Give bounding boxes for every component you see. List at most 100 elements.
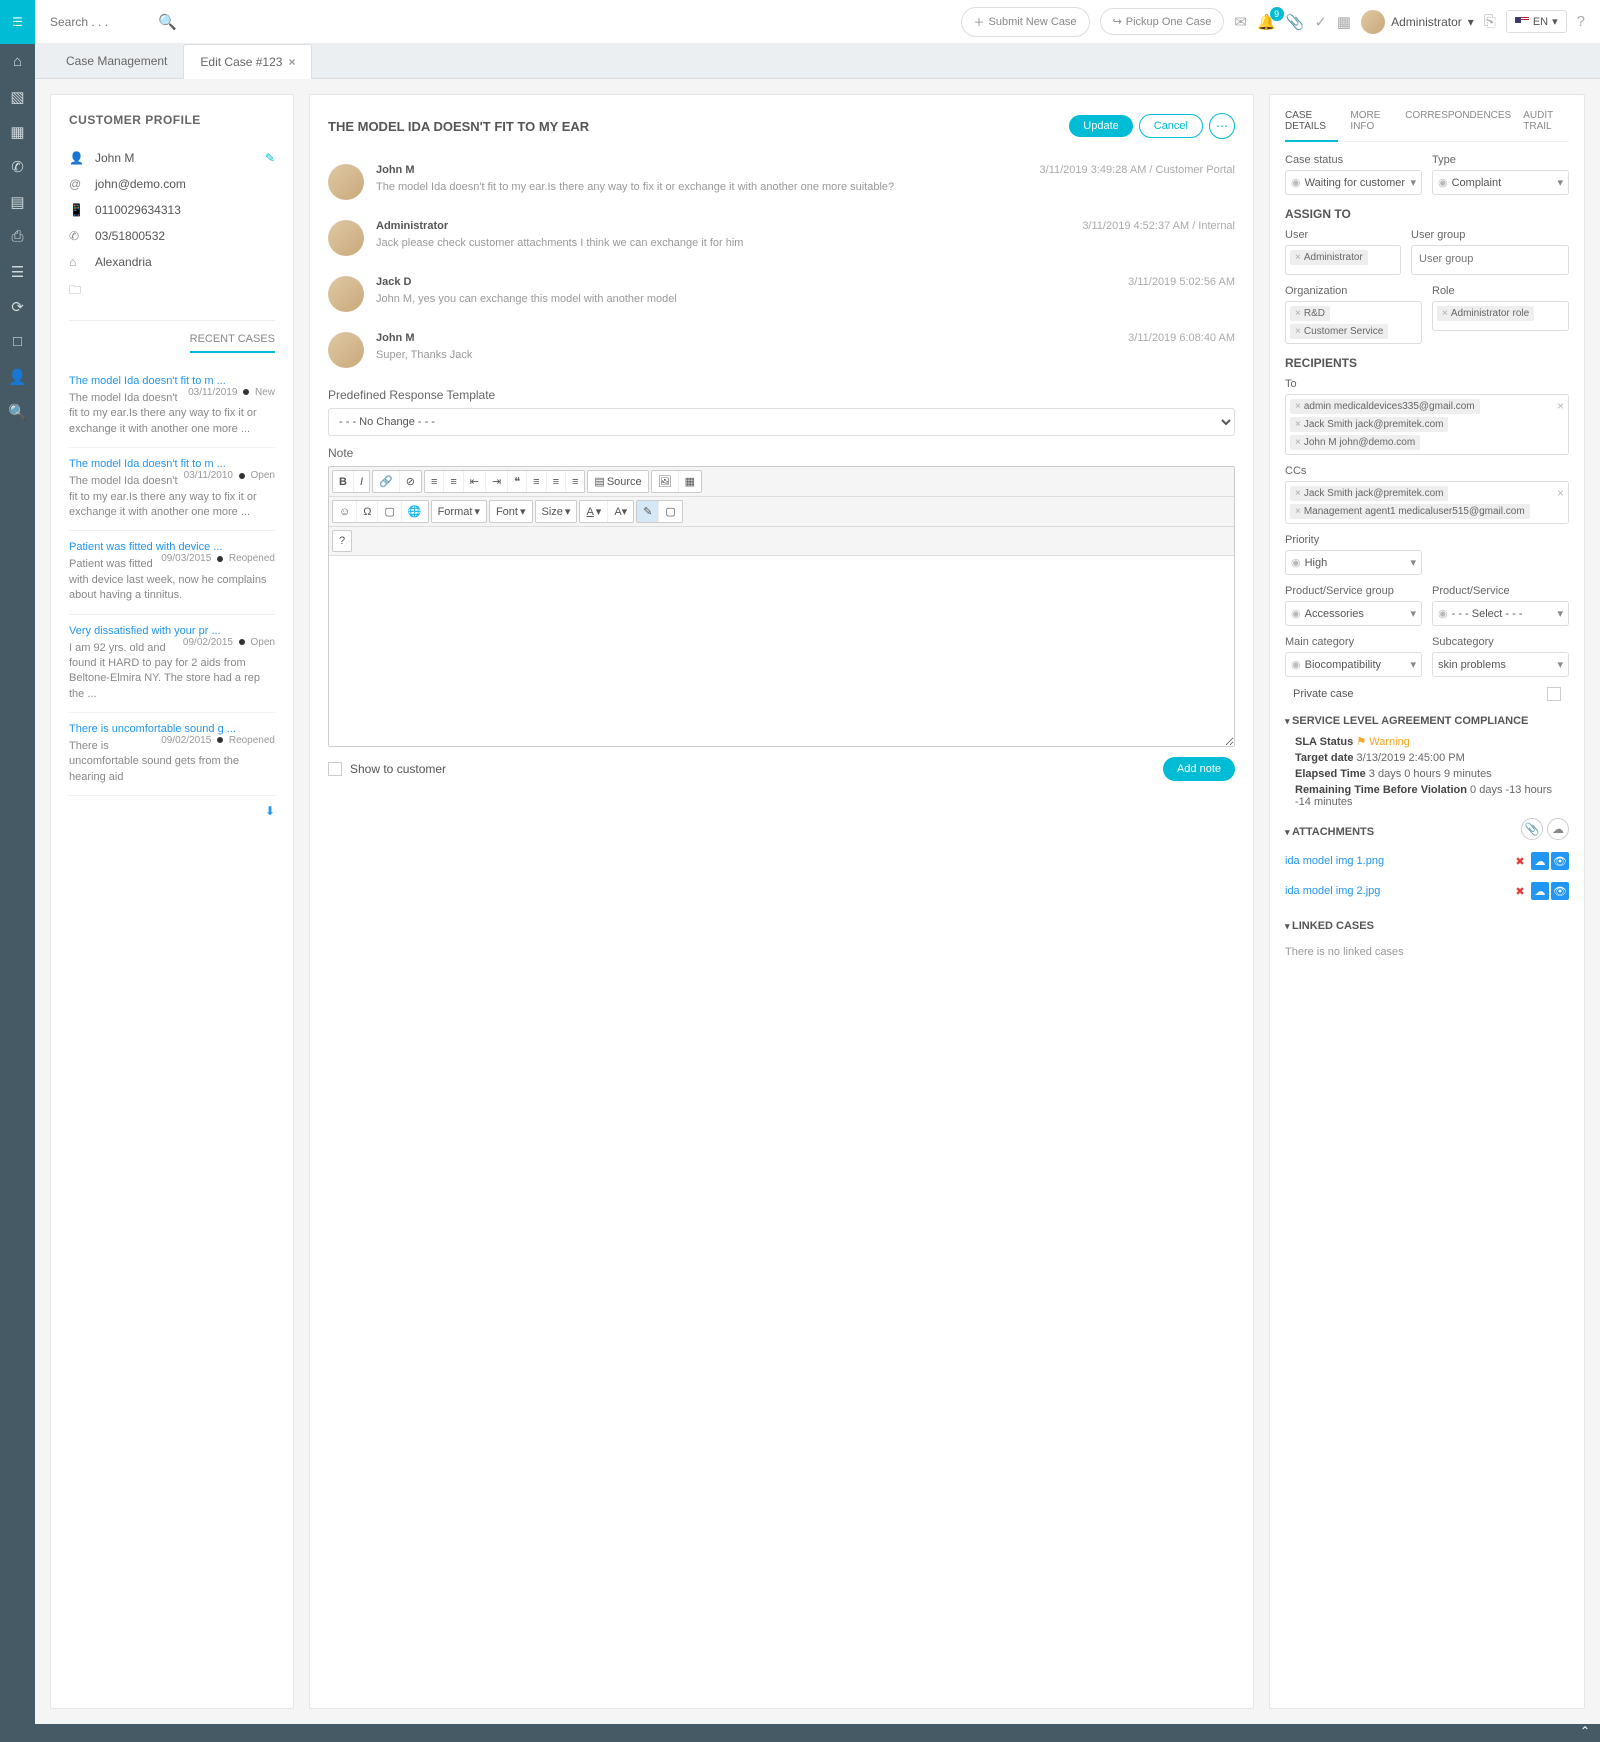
tool-extra1[interactable]: ✎ [637,501,659,522]
subcat-select[interactable]: skin problems▾ [1432,652,1569,677]
role-tagbox[interactable]: ×Administrator role [1432,301,1569,331]
ul-button[interactable]: ≡ [444,471,463,492]
quote-button[interactable]: ❝ [508,471,527,492]
usergroup-input[interactable] [1416,250,1564,268]
scroll-top-icon[interactable]: ⌃ [1580,1724,1590,1738]
size-select[interactable]: Size ▾ [536,501,577,522]
ps-select[interactable]: ◉- - - Select - - -▾ [1432,601,1569,626]
align-right-button[interactable]: ≡ [566,471,584,492]
omega-button[interactable]: Ω [357,501,378,522]
bell-icon[interactable]: 🔔9 [1257,13,1276,31]
to-tagbox[interactable]: ×admin medicaldevices335@gmail.com ×Jack… [1285,394,1569,455]
att-download-icon[interactable]: ☁ [1531,882,1549,900]
tab-edit-case[interactable]: Edit Case #123× [183,44,312,79]
psg-select[interactable]: ◉Accessories▾ [1285,601,1422,626]
attachment-link[interactable]: ida model img 2.jpg [1285,885,1380,897]
update-button[interactable]: Update [1069,115,1132,137]
calendar-icon[interactable]: ▦ [0,114,35,149]
mail-icon[interactable]: ✉ [1234,13,1247,31]
recent-case-item[interactable]: The model Ida doesn't fit to m ...03/11/… [69,448,275,531]
case-status-select[interactable]: ◉Waiting for customer▾ [1285,170,1422,195]
recent-case-item[interactable]: The model Ida doesn't fit to m ...03/11/… [69,365,275,448]
list-icon[interactable]: ☰ [0,254,35,289]
outdent-button[interactable]: ⇤ [464,471,486,492]
iframe-button[interactable]: ▢ [378,501,401,522]
folder-icon[interactable]: 🗀 [69,281,85,302]
sla-section[interactable]: SERVICE LEVEL AGREEMENT COMPLIANCE [1285,715,1569,727]
more-actions-button[interactable]: ⋯ [1209,113,1235,139]
phone-icon[interactable]: ✆ [0,149,35,184]
bold-button[interactable]: B [333,471,354,492]
recent-case-item[interactable]: Patient was fitted with device ...09/03/… [69,531,275,614]
tab-audit-trail[interactable]: AUDIT TRAIL [1523,110,1569,141]
linked-cases-section[interactable]: LINKED CASES [1285,920,1569,932]
ol-button[interactable]: ≡ [425,471,444,492]
add-note-button[interactable]: Add note [1163,757,1235,781]
submit-case-button[interactable]: ＋Submit New Case [961,7,1090,37]
att-download-icon[interactable]: ☁ [1531,852,1549,870]
check-icon[interactable]: ✓ [1314,13,1327,31]
clear-cc-icon[interactable]: × [1557,486,1564,500]
clear-to-icon[interactable]: × [1557,399,1564,413]
table-button[interactable]: ▦ [679,471,701,492]
tab-correspondences[interactable]: CORRESPONDENCES [1405,110,1511,141]
globe-button[interactable]: 🌐 [402,501,428,522]
logout-icon[interactable]: ⎘ [1484,13,1496,30]
close-tab-icon[interactable]: × [288,55,295,69]
user-tagbox[interactable]: ×Administrator [1285,245,1401,275]
att-view-icon[interactable]: 👁 [1551,852,1569,870]
org-tagbox[interactable]: ×R&D×Customer Service [1285,301,1422,344]
book-icon[interactable]: ▤ [0,184,35,219]
recent-case-item[interactable]: Very dissatisfied with your pr ...09/02/… [69,615,275,714]
recent-case-item[interactable]: There is uncomfortable sound g ...09/02/… [69,713,275,796]
attach-add-icon[interactable]: 📎 [1521,818,1543,840]
fontcolor-button[interactable]: A▾ [580,501,608,522]
tab-case-management[interactable]: Case Management [50,44,183,78]
unlink-button[interactable]: ⊘ [400,471,421,492]
attachments-section[interactable]: ATTACHMENTS [1285,826,1374,838]
image-icon[interactable]: ▧ [0,79,35,114]
type-select[interactable]: ◉Complaint▾ [1432,170,1569,195]
smiley-button[interactable]: ☺ [333,501,357,522]
attach-icon[interactable]: 📎 [1286,13,1305,31]
attachment-link[interactable]: ida model img 1.png [1285,855,1384,867]
font-select[interactable]: Font ▾ [490,501,532,522]
rss-icon[interactable]: ⟳ [0,289,35,324]
att-view-icon[interactable]: 👁 [1551,882,1569,900]
align-left-button[interactable]: ≡ [527,471,546,492]
menu-toggle[interactable]: ☰ [0,0,35,44]
template-select[interactable]: - - - No Change - - - [328,408,1235,436]
user-menu[interactable]: Administrator ▾ [1361,10,1474,34]
edit-profile-icon[interactable]: ✎ [265,151,275,165]
indent-button[interactable]: ⇥ [486,471,508,492]
source-button[interactable]: ▤ Source [588,471,647,492]
help-editor-button[interactable]: ? [333,531,351,551]
help-icon[interactable]: ? [1577,13,1585,30]
cc-tagbox[interactable]: ×Jack Smith jack@premitek.com ×Managemen… [1285,481,1569,524]
schedule-icon[interactable]: ▦ [1337,13,1351,31]
search-icon[interactable]: 🔍 [0,394,35,429]
align-center-button[interactable]: ≡ [547,471,566,492]
usergroup-tagbox[interactable] [1411,245,1569,275]
link-button[interactable]: 🔗 [373,471,400,492]
bgcolor-button[interactable]: A▾ [608,501,633,522]
show-customer-checkbox[interactable] [328,762,342,776]
download-recent-icon[interactable]: ⬇ [69,804,275,818]
search-go-icon[interactable]: 🔍 [158,13,177,31]
user-icon[interactable]: 👤 [0,359,35,394]
att-delete-icon[interactable]: ✖ [1511,852,1529,870]
lang-select[interactable]: EN▾ [1506,10,1567,33]
maincat-select[interactable]: ◉Biocompatibility▾ [1285,652,1422,677]
pickup-case-button[interactable]: ↪Pickup One Case [1100,8,1225,35]
search-input[interactable] [50,15,150,29]
att-delete-icon[interactable]: ✖ [1511,882,1529,900]
tool-extra2[interactable]: ▢ [659,501,681,522]
tab-more-info[interactable]: MORE INFO [1350,110,1393,141]
italic-button[interactable]: I [354,471,369,492]
private-checkbox[interactable] [1547,687,1561,701]
clipboard-icon[interactable]: □ [0,324,35,359]
recent-cases-tab[interactable]: RECENT CASES [190,333,275,353]
attach-upload-icon[interactable]: ☁ [1547,818,1569,840]
cancel-button[interactable]: Cancel [1139,114,1203,138]
priority-select[interactable]: ◉High▾ [1285,550,1422,575]
